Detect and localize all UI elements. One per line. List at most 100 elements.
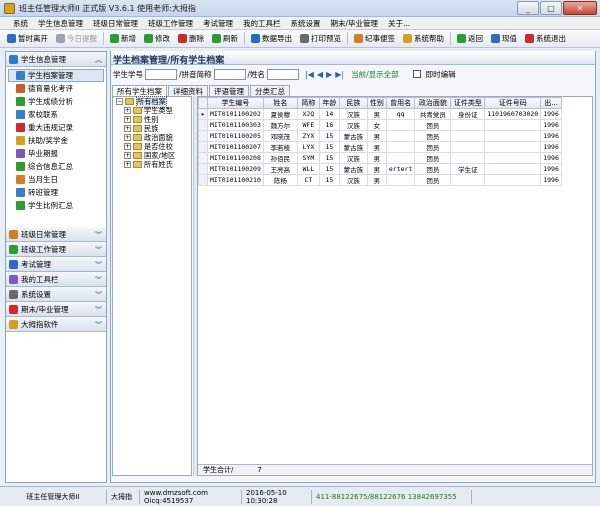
table-cell[interactable]: 男 xyxy=(366,163,387,175)
table-cell[interactable]: 1996 xyxy=(540,152,562,164)
show-all-link[interactable]: 当前/显示全部 xyxy=(351,69,399,80)
column-header[interactable]: 姓名 xyxy=(262,97,298,109)
table-cell[interactable]: 15 xyxy=(318,130,340,142)
column-header[interactable]: 证件类型 xyxy=(450,97,486,109)
table-cell[interactable]: 15 xyxy=(318,141,340,153)
table-cell[interactable]: qq xyxy=(385,108,416,120)
accordion-section-7[interactable]: 大拇指软件 ︾ xyxy=(6,317,106,332)
table-row[interactable]: MIT0101100205 邓晓茂 ZYX 15 蒙古族男 团员 1996 xyxy=(198,130,562,142)
table-cell[interactable] xyxy=(385,119,416,131)
column-header[interactable]: 曾用名 xyxy=(385,97,416,109)
tab-0[interactable]: 所有学生档案 xyxy=(112,85,167,96)
maximize-button[interactable]: □ xyxy=(540,1,562,15)
table-cell[interactable] xyxy=(450,119,486,131)
column-header[interactable]: 出... xyxy=(540,97,562,109)
toolbar-button-7[interactable]: 打印预览 xyxy=(296,31,345,47)
table-cell[interactable]: 团员 xyxy=(414,163,452,175)
table-cell[interactable]: 男 xyxy=(366,141,387,153)
table-cell[interactable] xyxy=(484,174,542,186)
accordion-section-6[interactable]: 期末/毕业管理 ︾ xyxy=(6,302,106,317)
menu-item-5[interactable]: 我的工具栏 xyxy=(238,18,286,29)
expand-icon[interactable]: + xyxy=(124,143,131,150)
table-cell[interactable]: 陈杨 xyxy=(262,174,298,186)
toolbar-button-0[interactable]: 暂时离开 xyxy=(3,31,52,47)
table-cell[interactable]: 1996 xyxy=(540,119,562,131)
toolbar-button-4[interactable]: 删除 xyxy=(174,31,208,47)
tab-3[interactable]: 分类汇总 xyxy=(250,85,290,96)
nav-item-10[interactable]: 学生比例汇总 xyxy=(6,199,106,212)
table-cell[interactable] xyxy=(450,152,486,164)
column-header[interactable]: 性别 xyxy=(366,97,387,109)
table-cell[interactable]: 团员 xyxy=(414,141,452,153)
nav-item-5[interactable]: 扶助/奖学金 xyxy=(6,134,106,147)
table-cell[interactable]: 男 xyxy=(366,108,387,120)
table-cell[interactable]: 夏侯穆 xyxy=(262,108,298,120)
table-cell[interactable] xyxy=(385,152,416,164)
table-cell[interactable]: 1996 xyxy=(540,163,562,175)
expand-icon[interactable]: + xyxy=(124,107,131,114)
nav-item-9[interactable]: 转班管理 xyxy=(6,186,106,199)
table-row[interactable]: MIT0101100209 王亮高 WLL 15 蒙古族男 ertert 团员 学生证 1996 xyxy=(198,163,562,175)
toolbar-button-8[interactable]: 纪事便签 xyxy=(350,31,399,47)
accordion-section-5[interactable]: 系统设置 ︾ xyxy=(6,287,106,302)
nav-item-1[interactable]: 德育量化考评 xyxy=(6,82,106,95)
toolbar-button-5[interactable]: 刷新 xyxy=(208,31,242,47)
column-header[interactable]: 年龄 xyxy=(318,97,340,109)
nav-item-8[interactable]: 当月生日 xyxy=(6,173,106,186)
table-cell[interactable] xyxy=(450,141,486,153)
table-cell[interactable]: 团员 xyxy=(414,130,452,142)
table-cell[interactable]: 汉族 xyxy=(338,174,368,186)
table-cell[interactable]: MIT0101100303 xyxy=(207,119,264,131)
table-cell[interactable]: 1996 xyxy=(540,108,562,120)
first-record-icon[interactable]: |◀ xyxy=(305,70,314,79)
column-header[interactable]: 政治面貌 xyxy=(414,97,452,109)
nav-item-7[interactable]: 综合信息汇总 xyxy=(6,160,106,173)
table-cell[interactable]: 1996 xyxy=(540,141,562,153)
table-cell[interactable]: MIT0101100202 xyxy=(207,108,264,120)
accordion-section-2[interactable]: 班级工作管理 ︾ xyxy=(6,242,106,257)
table-cell[interactable]: ertert xyxy=(385,163,416,175)
table-cell[interactable] xyxy=(385,141,416,153)
pinyin-input[interactable] xyxy=(213,68,246,80)
expand-icon[interactable]: + xyxy=(124,116,131,123)
table-cell[interactable]: 团员 xyxy=(414,174,452,186)
accordion-section-1[interactable]: 班级日常管理 ︾ xyxy=(6,227,106,242)
table-cell[interactable]: MIT0101100207 xyxy=(207,141,264,153)
table-cell[interactable]: 学生证 xyxy=(450,163,486,175)
column-header[interactable]: 学生编号 xyxy=(207,97,264,109)
table-cell[interactable]: 身份证 xyxy=(450,108,486,120)
table-row[interactable]: MIT0101100207 李若棱 LYX 15 蒙古族男 团员 1996 xyxy=(198,141,562,153)
toolbar-button-2[interactable]: 新增 xyxy=(106,31,140,47)
table-cell[interactable] xyxy=(484,141,542,153)
accordion-section-4[interactable]: 我的工具栏 ︾ xyxy=(6,272,106,287)
close-button[interactable]: ✕ xyxy=(563,1,597,15)
table-cell[interactable] xyxy=(484,130,542,142)
expand-icon[interactable]: − xyxy=(116,98,123,105)
prev-record-icon[interactable]: ◀ xyxy=(317,70,323,79)
nav-item-3[interactable]: 家校联系 xyxy=(6,108,106,121)
table-cell[interactable]: MIT0101100208 xyxy=(207,152,264,164)
toolbar-button-3[interactable]: 修改 xyxy=(140,31,174,47)
table-cell[interactable]: 蒙古族 xyxy=(338,163,368,175)
menu-item-2[interactable]: 班级日常管理 xyxy=(88,18,143,29)
expand-icon[interactable]: + xyxy=(124,134,131,141)
table-row[interactable]: MIT0101100208 孙佰民 SYM 15 汉族男 团员 1996 xyxy=(198,152,562,164)
table-cell[interactable]: 女 xyxy=(366,119,387,131)
toolbar-button-9[interactable]: 系统帮助 xyxy=(399,31,448,47)
column-header[interactable]: 证件号码 xyxy=(484,97,542,109)
menu-item-1[interactable]: 学生信息管理 xyxy=(33,18,88,29)
minimize-button[interactable]: _ xyxy=(517,1,539,15)
table-cell[interactable]: 16 xyxy=(318,119,340,131)
nav-item-2[interactable]: 学生成绩分析 xyxy=(6,95,106,108)
menu-item-4[interactable]: 考试管理 xyxy=(198,18,238,29)
expand-icon[interactable]: + xyxy=(124,161,131,168)
menu-item-6[interactable]: 系统设置 xyxy=(286,18,326,29)
table-cell[interactable]: MIT0101100205 xyxy=(207,130,264,142)
table-row[interactable]: ▸ MIT0101100202 夏侯穆 XJQ 14 汉族男 qq 共青党员 身份证 110196… xyxy=(198,108,562,120)
student-id-input[interactable] xyxy=(145,68,177,80)
table-cell[interactable] xyxy=(450,130,486,142)
table-cell[interactable] xyxy=(385,174,416,186)
table-cell[interactable]: LYX xyxy=(296,141,320,153)
table-cell[interactable]: 汉族 xyxy=(338,119,368,131)
table-row[interactable]: MIT0101100303 魏方尔 WFE 16 汉族女 团员 1996 xyxy=(198,119,562,131)
